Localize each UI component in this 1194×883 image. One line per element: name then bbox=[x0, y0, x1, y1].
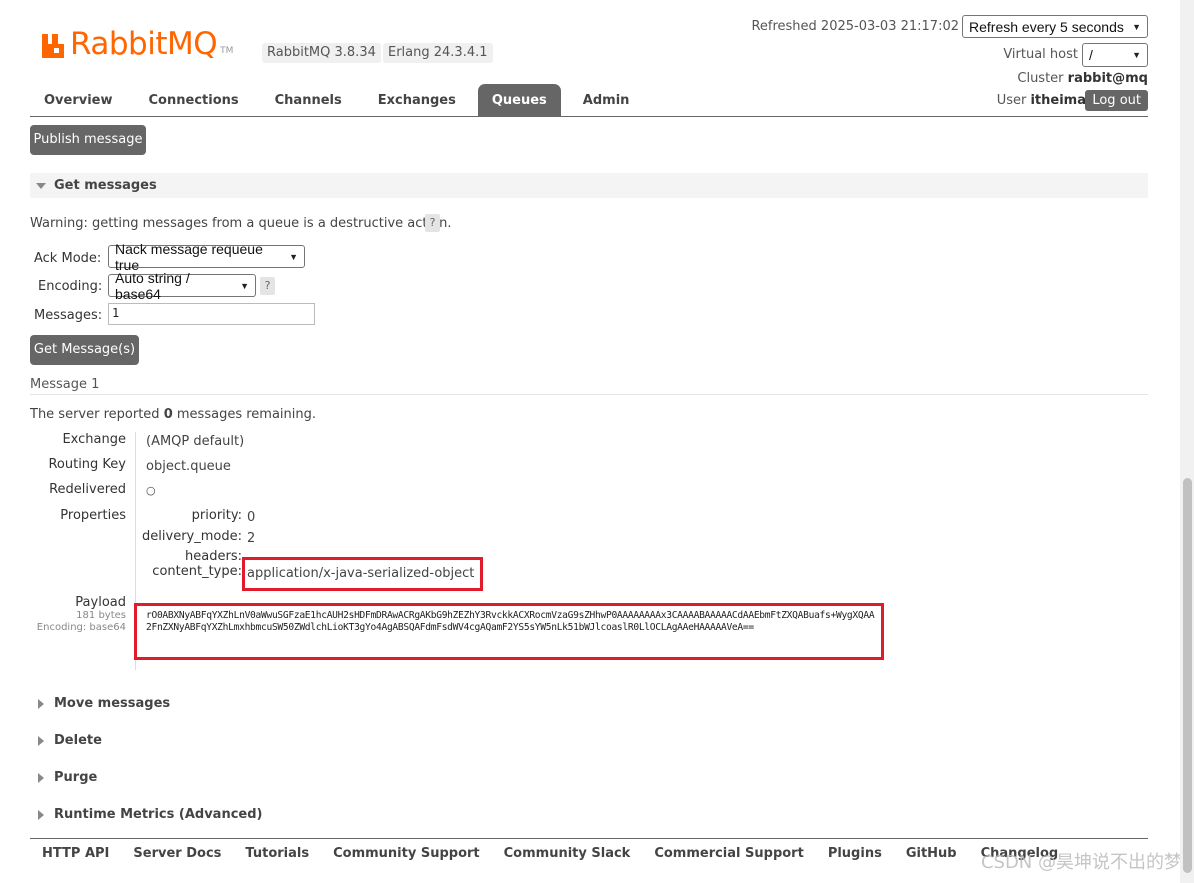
server-reported-pre: The server reported bbox=[30, 407, 160, 422]
tab-queues[interactable]: Queues bbox=[477, 84, 561, 117]
scrollbar-thumb[interactable] bbox=[1183, 478, 1192, 873]
get-messages-button[interactable]: Get Message(s) bbox=[30, 335, 139, 365]
section-move-messages[interactable]: Move messages bbox=[38, 696, 170, 711]
tab-channels[interactable]: Channels bbox=[261, 84, 356, 117]
cluster-info: Cluster rabbit@mq bbox=[1017, 71, 1148, 86]
virtual-host-select[interactable]: / ▼ bbox=[1082, 43, 1148, 67]
encoding-help-icon[interactable]: ? bbox=[260, 277, 275, 295]
priority-key: priority: bbox=[191, 508, 242, 523]
priority-value: 0 bbox=[247, 510, 256, 525]
ack-mode-select[interactable]: Nack message requeue true ▼ bbox=[108, 241, 305, 273]
rabbitmq-version-badge: RabbitMQ 3.8.34 bbox=[262, 43, 381, 63]
server-reported: The server reported 0 messages remaining… bbox=[30, 407, 316, 422]
section-runtime-metrics[interactable]: Runtime Metrics (Advanced) bbox=[38, 807, 262, 822]
expand-triangle-icon bbox=[38, 698, 44, 709]
refreshed-timestamp: Refreshed 2025-03-03 21:17:02 bbox=[751, 19, 959, 34]
cluster-name: rabbit@mq bbox=[1067, 71, 1148, 86]
footer-link-community-slack[interactable]: Community Slack bbox=[492, 846, 643, 861]
chevron-down-icon: ▼ bbox=[289, 251, 298, 262]
main-nav-tabs: Overview Connections Channels Exchanges … bbox=[30, 84, 651, 117]
footer-link-community-support[interactable]: Community Support bbox=[321, 846, 492, 861]
payload-label: Payload bbox=[75, 595, 126, 610]
logo-trademark: TM bbox=[220, 46, 234, 56]
server-reported-post: messages remaining. bbox=[176, 407, 316, 422]
payload-highlight-box bbox=[134, 603, 884, 660]
logout-button[interactable]: Log out bbox=[1085, 90, 1148, 111]
ack-mode-value: Nack message requeue true bbox=[115, 240, 263, 273]
remaining-count: 0 bbox=[163, 407, 173, 422]
expand-triangle-icon bbox=[38, 735, 44, 746]
footer-divider bbox=[30, 838, 1148, 839]
rabbitmq-logo[interactable]: RabbitMQ TM bbox=[40, 26, 233, 60]
user-info: User itheima bbox=[997, 93, 1086, 108]
ack-mode-label: Ack Mode: bbox=[34, 251, 102, 266]
section-purge[interactable]: Purge bbox=[38, 770, 97, 785]
refresh-interval-value: Refresh every 5 seconds bbox=[969, 18, 1124, 35]
footer-link-plugins[interactable]: Plugins bbox=[816, 846, 894, 861]
section-title: Purge bbox=[54, 770, 98, 785]
headers-key: headers: bbox=[185, 549, 242, 564]
exchange-label: Exchange bbox=[62, 432, 126, 447]
cluster-label: Cluster bbox=[1017, 71, 1064, 86]
tab-overview[interactable]: Overview bbox=[30, 84, 127, 117]
destructive-warning: Warning: getting messages from a queue i… bbox=[30, 216, 451, 231]
delivery-mode-key: delivery_mode: bbox=[142, 529, 242, 544]
message-divider bbox=[30, 394, 1148, 395]
tab-exchanges[interactable]: Exchanges bbox=[364, 84, 470, 117]
user-name: itheima bbox=[1030, 93, 1086, 108]
chevron-down-icon: ▼ bbox=[1132, 50, 1141, 60]
logo-text: RabbitMQ bbox=[70, 26, 218, 62]
virtual-host-value: / bbox=[1089, 47, 1093, 63]
delivery-mode-value: 2 bbox=[247, 531, 256, 546]
messages-count-input[interactable]: 1 bbox=[108, 303, 315, 325]
tab-admin[interactable]: Admin bbox=[569, 84, 644, 117]
chevron-down-icon: ▼ bbox=[1132, 21, 1141, 32]
warning-help-icon[interactable]: ? bbox=[425, 214, 440, 232]
redelivered-value: ○ bbox=[146, 484, 156, 497]
payload-size: 181 bytes bbox=[76, 610, 126, 621]
page-scrollbar[interactable] bbox=[1180, 0, 1194, 883]
footer-links: HTTP API Server Docs Tutorials Community… bbox=[30, 846, 1070, 861]
encoding-value: Auto string / base64 bbox=[115, 269, 190, 302]
tab-divider bbox=[30, 116, 1148, 117]
footer-link-commercial-support[interactable]: Commercial Support bbox=[642, 846, 816, 861]
footer-link-http-api[interactable]: HTTP API bbox=[30, 846, 121, 861]
get-messages-section-header[interactable]: Get messages bbox=[30, 173, 1148, 198]
content-type-key: content_type: bbox=[152, 564, 242, 579]
encoding-select[interactable]: Auto string / base64 ▼ bbox=[108, 270, 256, 302]
encoding-label: Encoding: bbox=[38, 279, 103, 294]
content-type-highlight-box bbox=[242, 557, 483, 591]
expand-triangle-icon bbox=[38, 772, 44, 783]
rabbitmq-logo-icon bbox=[40, 32, 66, 60]
csdn-watermark: CSDN @昊坤说不出的梦 bbox=[980, 852, 1182, 873]
chevron-down-icon: ▼ bbox=[240, 280, 249, 291]
message-heading: Message 1 bbox=[30, 377, 100, 392]
footer-link-github[interactable]: GitHub bbox=[894, 846, 969, 861]
tab-connections[interactable]: Connections bbox=[135, 84, 253, 117]
user-label: User bbox=[996, 93, 1027, 108]
footer-link-server-docs[interactable]: Server Docs bbox=[121, 846, 233, 861]
section-delete[interactable]: Delete bbox=[38, 733, 102, 748]
exchange-value: (AMQP default) bbox=[146, 434, 245, 449]
payload-encoding: Encoding: base64 bbox=[36, 622, 126, 633]
get-messages-title: Get messages bbox=[54, 178, 157, 193]
section-title: Delete bbox=[54, 733, 102, 748]
expand-triangle-icon bbox=[38, 809, 44, 820]
collapse-triangle-icon bbox=[36, 182, 46, 189]
erlang-version-badge: Erlang 24.3.4.1 bbox=[383, 43, 493, 63]
routing-key-label: Routing Key bbox=[48, 457, 126, 472]
footer-link-tutorials[interactable]: Tutorials bbox=[233, 846, 321, 861]
publish-message-button[interactable]: Publish message bbox=[30, 125, 146, 155]
virtual-host-label: Virtual host bbox=[1003, 47, 1078, 62]
warning-text: Warning: getting messages from a queue i… bbox=[30, 216, 452, 231]
routing-key-value: object.queue bbox=[146, 459, 231, 474]
redelivered-label: Redelivered bbox=[49, 482, 126, 497]
messages-count-label: Messages: bbox=[34, 308, 103, 323]
refresh-interval-select[interactable]: Refresh every 5 seconds ▼ bbox=[962, 15, 1148, 38]
section-title: Move messages bbox=[54, 696, 171, 711]
section-title: Runtime Metrics (Advanced) bbox=[54, 807, 263, 822]
properties-label: Properties bbox=[60, 508, 126, 523]
